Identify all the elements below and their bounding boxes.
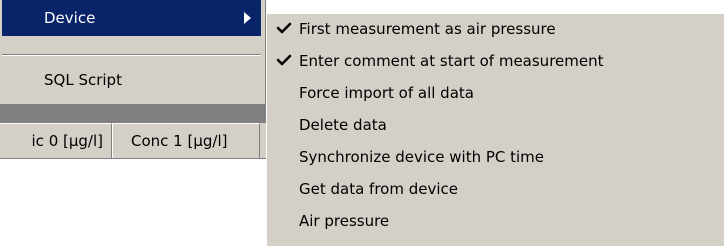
submenu-item-force-import[interactable]: Force import of all data (267, 78, 724, 110)
submenu-item-label: Enter comment at start of measurement (299, 52, 604, 70)
submenu-item-label: Force import of all data (299, 84, 474, 102)
menu-item-device[interactable]: Device (2, 0, 261, 36)
grid-caption-bar (0, 104, 266, 123)
submenu-item-label: Get data from device (299, 180, 459, 198)
grid-header-row: ic 0 [µg/l] Conc 1 [µg/l] (0, 123, 266, 159)
submenu-item-air-pressure[interactable]: Air pressure (267, 206, 724, 238)
menu-item-device-label: Device (44, 9, 96, 27)
submenu-item-delete-data[interactable]: Delete data (267, 110, 724, 142)
submenu-item-synchronize-device[interactable]: Synchronize device with PC time (267, 142, 724, 174)
submenu-item-label: Synchronize device with PC time (299, 148, 545, 166)
menu-item-sql-script[interactable]: SQL Script (2, 62, 261, 98)
column-header-conc-0-label: ic 0 [µg/l] (31, 132, 103, 150)
column-header-conc-1-label: Conc 1 [µg/l] (131, 132, 228, 150)
checkmark-icon (276, 54, 292, 66)
menu-item-sql-script-label: SQL Script (44, 71, 122, 89)
submenu-item-label: Air pressure (299, 212, 390, 230)
grid-body (0, 159, 266, 246)
submenu-item-label: Delete data (299, 116, 387, 134)
parent-menu: Device SQL Script (0, 0, 266, 104)
column-header-conc-0[interactable]: ic 0 [µg/l] (0, 123, 112, 158)
submenu-arrow-icon (244, 12, 251, 24)
submenu-item-label: First measurement as air pressure (299, 20, 556, 38)
column-header-conc-1[interactable]: Conc 1 [µg/l] (112, 123, 260, 158)
menu-separator (2, 54, 261, 56)
submenu-item-enter-comment[interactable]: Enter comment at start of measurement (267, 46, 724, 78)
checkmark-icon (276, 22, 292, 34)
device-submenu: First measurement as air pressure Enter … (266, 14, 724, 246)
submenu-item-get-data[interactable]: Get data from device (267, 174, 724, 206)
submenu-item-first-measurement-air-pressure[interactable]: First measurement as air pressure (267, 14, 724, 46)
